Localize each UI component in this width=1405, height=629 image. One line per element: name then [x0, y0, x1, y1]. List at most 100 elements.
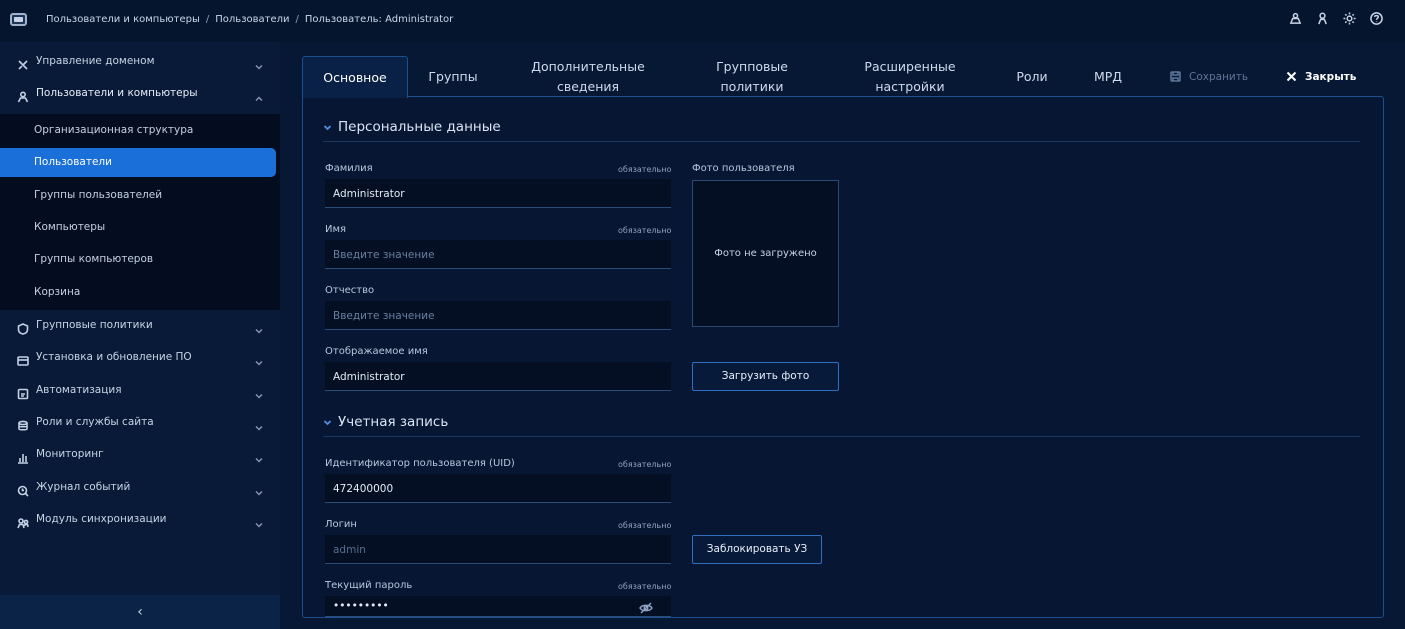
required-marker: обязательно — [618, 226, 672, 235]
section-title: Персональные данные — [338, 119, 501, 135]
package-icon — [17, 352, 29, 366]
automation-icon — [17, 385, 29, 400]
tab-bar: Основное Группы Дополнительные сведения … — [302, 56, 1384, 98]
tab-additional-info[interactable]: Дополнительные сведения — [520, 56, 656, 97]
password-field[interactable]: ••••••••• — [325, 596, 671, 617]
sidebar-item-label: Установка и обновление ПО — [36, 351, 192, 363]
password-value: ••••••••• — [333, 600, 389, 612]
sidebar-item-users-and-computers[interactable]: Пользователи и компьютеры — [0, 78, 280, 110]
section-divider — [323, 436, 1360, 437]
middle-name-input[interactable] — [333, 301, 633, 330]
sidebar-item-label: Пользователи и компьютеры — [36, 87, 198, 99]
sidebar-item-label: Роли и службы сайта — [36, 416, 154, 428]
photo-placeholder: Фото не загружено — [692, 180, 839, 327]
tab-label: Основное — [323, 69, 387, 85]
sidebar-subitem-user-groups[interactable]: Группы пользователей — [0, 181, 276, 210]
user-icon — [17, 88, 29, 103]
sidebar-item-monitoring[interactable]: Мониторинг — [0, 439, 280, 471]
last-name-field[interactable] — [325, 179, 671, 208]
breadcrumb-separator: / — [205, 14, 210, 25]
close-button[interactable]: Закрыть — [1286, 56, 1356, 97]
section-personal-data-header[interactable]: Персональные данные — [323, 119, 501, 135]
middle-name-field[interactable] — [325, 301, 671, 330]
sidebar-subitem-org-structure[interactable]: Организационная структура — [0, 116, 276, 145]
chevron-down-icon — [254, 386, 264, 399]
first-name-field[interactable] — [325, 240, 671, 269]
sidebar-item-label: Модуль синхронизации — [36, 513, 167, 525]
sidebar-item-automation[interactable]: Автоматизация — [0, 375, 280, 407]
tab-advanced-settings[interactable]: Расширенные настройки — [844, 56, 976, 97]
sidebar-item-roles-services[interactable]: Роли и службы сайта — [0, 407, 280, 439]
login-input[interactable] — [333, 535, 633, 564]
section-divider — [323, 141, 1360, 142]
breadcrumb-separator: / — [295, 14, 299, 25]
app-logo-icon[interactable] — [10, 13, 27, 26]
chevron-down-icon — [254, 321, 264, 334]
sidebar-item-event-log[interactable]: Журнал событий — [0, 472, 280, 504]
user-icon[interactable] — [1315, 12, 1329, 28]
last-name-label: Фамилия — [325, 163, 373, 174]
chevron-down-icon — [254, 450, 264, 463]
tab-label-line2: настройки — [875, 78, 945, 94]
sidebar-collapse-button[interactable]: ‹ — [0, 595, 280, 629]
display-name-field[interactable] — [325, 362, 671, 391]
tab-group-policies[interactable]: Групповые политики — [686, 56, 818, 97]
sidebar-subitem-users[interactable]: Пользователи — [0, 148, 276, 177]
chevron-down-icon — [323, 419, 332, 425]
login-field[interactable] — [325, 535, 671, 564]
eye-off-icon[interactable] — [639, 601, 653, 614]
tab-roles[interactable]: Роли — [1002, 56, 1062, 97]
middle-name-label: Отчество — [325, 285, 375, 296]
close-icon — [1286, 71, 1297, 82]
chevron-down-icon — [254, 483, 264, 496]
save-button[interactable]: Сохранить — [1170, 56, 1248, 97]
sidebar-item-sync-module[interactable]: Модуль синхронизации — [0, 504, 280, 536]
password-label: Текущий пароль — [325, 580, 413, 591]
chevron-down-icon — [254, 57, 264, 70]
last-name-input[interactable] — [333, 179, 633, 208]
breadcrumb-users[interactable]: Пользователи — [215, 14, 289, 25]
chart-icon — [17, 449, 29, 464]
sidebar-subitem-recycle-bin[interactable]: Корзина — [0, 278, 276, 307]
tab-mrd[interactable]: МРД — [1076, 56, 1140, 97]
breadcrumb-users-and-computers[interactable]: Пользователи и компьютеры — [46, 14, 200, 25]
sidebar: Управление доменом Пользователи и компью… — [0, 42, 280, 629]
photo-label: Фото пользователя — [692, 163, 795, 174]
chevron-up-icon — [254, 89, 264, 102]
section-title: Учетная запись — [338, 414, 449, 430]
sidebar-subitem-computers[interactable]: Компьютеры — [0, 213, 276, 242]
sidebar-subitem-computer-groups[interactable]: Группы компьютеров — [0, 245, 276, 274]
tab-label-line2: сведения — [556, 78, 620, 94]
section-account-header[interactable]: Учетная запись — [323, 414, 448, 430]
display-name-label: Отображаемое имя — [325, 346, 428, 357]
sidebar-item-group-policies[interactable]: Групповые политики — [0, 310, 280, 342]
tab-general[interactable]: Основное — [302, 56, 408, 98]
display-name-input[interactable] — [333, 362, 633, 391]
log-icon — [17, 482, 29, 497]
uid-label: Идентификатор пользователя (UID) — [325, 458, 515, 469]
first-name-input[interactable] — [333, 240, 633, 269]
sidebar-item-label: Управление доменом — [36, 55, 155, 67]
photo-empty-text: Фото не загружено — [714, 248, 817, 259]
save-label: Сохранить — [1189, 70, 1249, 83]
users-icon[interactable] — [1288, 12, 1302, 28]
lock-account-button[interactable]: Заблокировать УЗ — [692, 535, 822, 564]
sidebar-item-label: Групповые политики — [36, 319, 153, 331]
tab-groups[interactable]: Группы — [408, 56, 498, 97]
tools-icon — [17, 56, 29, 70]
sidebar-item-software-install[interactable]: Установка и обновление ПО — [0, 342, 280, 374]
tab-label: МРД — [1093, 68, 1123, 84]
chevron-down-icon — [254, 353, 264, 366]
tab-label-line1: Расширенные — [864, 59, 956, 75]
tab-label: Роли — [1016, 68, 1048, 84]
sidebar-item-domain-management[interactable]: Управление доменом — [0, 46, 280, 78]
sidebar-item-label: Мониторинг — [36, 448, 104, 460]
uid-input[interactable] — [333, 474, 633, 503]
login-label: Логин — [325, 519, 357, 530]
sidebar-subnav: Организационная структура Пользователи Г… — [0, 114, 280, 310]
uid-field[interactable] — [325, 474, 671, 503]
theme-icon[interactable] — [1342, 12, 1356, 28]
upload-photo-button[interactable]: Загрузить фото — [692, 362, 839, 391]
tab-label: Группы — [428, 68, 478, 84]
help-icon[interactable] — [1369, 12, 1383, 28]
